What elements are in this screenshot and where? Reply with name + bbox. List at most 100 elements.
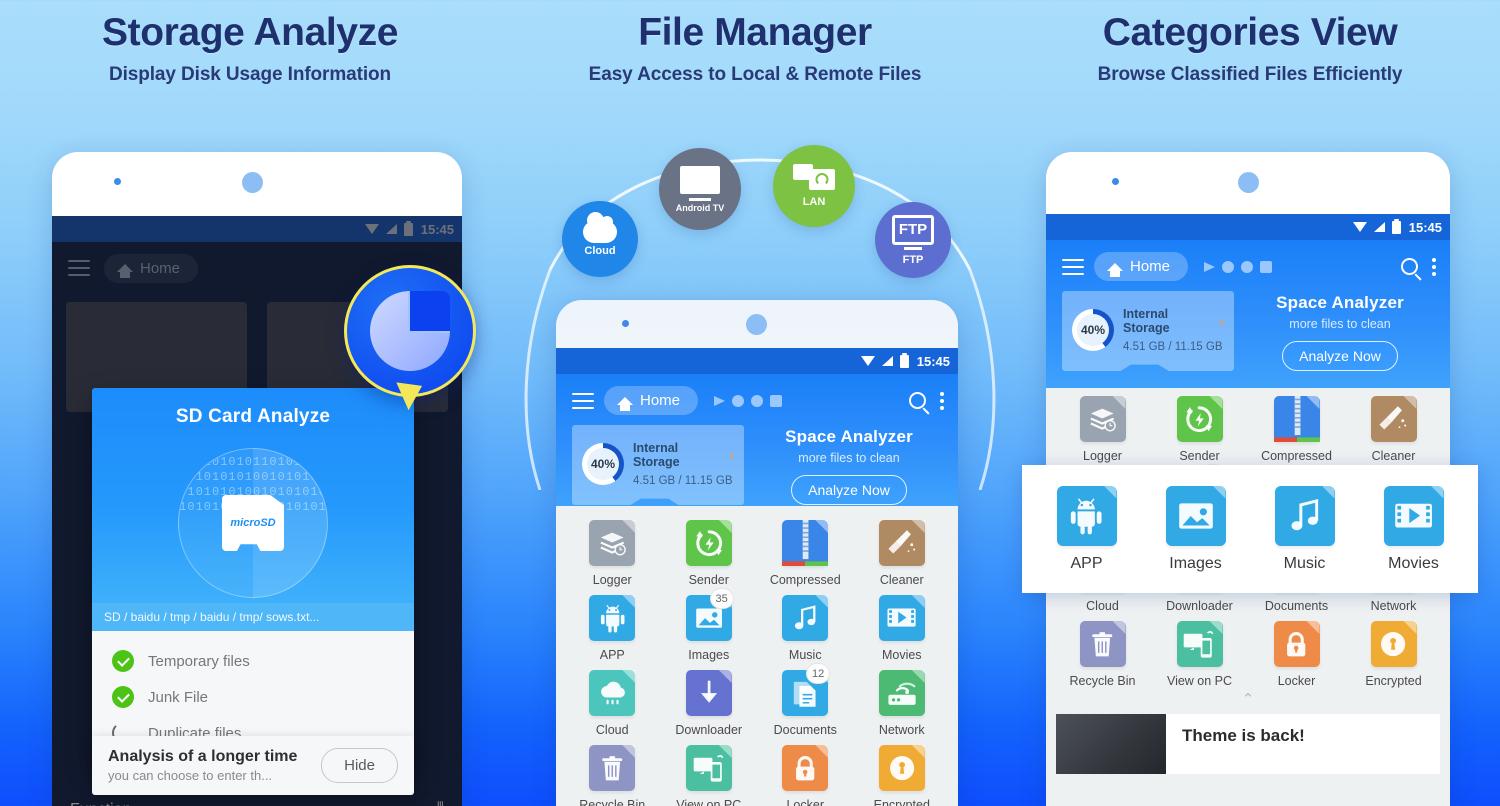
category-item-app[interactable]: APP: [564, 595, 661, 662]
sensor-dot-icon: [114, 178, 121, 185]
category-item-locker[interactable]: Locker: [1248, 621, 1345, 688]
search-icon[interactable]: [909, 392, 926, 409]
function-section-header: Function ⫼: [70, 801, 444, 806]
category-item-compressed[interactable]: Compressed: [1248, 396, 1345, 463]
network-badge-cloud[interactable]: Cloud: [562, 201, 638, 277]
category-item-label: Logger: [592, 573, 632, 587]
analyze-now-button[interactable]: Analyze Now: [791, 475, 907, 505]
internal-storage-card[interactable]: 40% Internal Storage › 4.51 GB / 11.15 G…: [1062, 291, 1234, 371]
image-icon: 35: [685, 588, 734, 641]
menu-icon[interactable]: [1062, 258, 1084, 275]
category-item-view-on-pc[interactable]: View on PC: [1151, 621, 1248, 688]
logger-icon: [1079, 396, 1126, 442]
category-item-cleaner[interactable]: Cleaner: [854, 520, 951, 587]
overflow-menu-icon[interactable]: [940, 391, 944, 410]
movie-icon: [878, 595, 925, 641]
promo-thumbnail: [1056, 714, 1166, 774]
promo-card[interactable]: Theme is back!: [1056, 714, 1440, 774]
category-item-encrypted[interactable]: Encrypted: [854, 745, 951, 806]
breadcrumb-icons: [714, 394, 783, 407]
status-bar: 15:45: [556, 348, 958, 374]
analysis-subtitle: you can choose to enter th...: [108, 768, 273, 783]
category-item-cloud[interactable]: Cloud: [564, 670, 661, 737]
internal-storage-card[interactable]: 40% Internal Storage › 4.51 GB / 11.15 G…: [572, 425, 744, 505]
cloud-icon: [583, 212, 617, 243]
viewonpc-icon: [1176, 621, 1223, 667]
network-badge-ftp[interactable]: FTP FTP: [875, 202, 951, 278]
sender-icon: [685, 520, 732, 566]
storage-ring-chart: 40%: [582, 443, 624, 485]
analyze-now-button[interactable]: Analyze Now: [1282, 341, 1398, 371]
app-bar-actions: [909, 391, 944, 410]
storage-ring-chart: 40%: [1072, 309, 1114, 351]
category-item-locker[interactable]: Locker: [757, 745, 854, 806]
ftp-icon: FTP: [892, 214, 934, 245]
category-item-recycle-bin[interactable]: Recycle Bin: [564, 745, 661, 806]
category-item-cleaner[interactable]: Cleaner: [1345, 396, 1442, 463]
category-item-sender[interactable]: Sender: [661, 520, 758, 587]
category-item-music[interactable]: Music: [757, 595, 854, 662]
category-item-encrypted[interactable]: Encrypted: [1345, 621, 1442, 688]
list-item[interactable]: Junk File: [92, 679, 414, 715]
home-breadcrumb[interactable]: Home: [1094, 252, 1189, 281]
network-badge-label: Android TV: [675, 202, 725, 213]
category-item-music[interactable]: Music: [1250, 485, 1359, 573]
hide-button[interactable]: Hide: [321, 748, 398, 783]
category-item-network[interactable]: Network: [854, 670, 951, 737]
network-badge-label: FTP: [902, 253, 924, 266]
category-item-images[interactable]: Images: [1141, 485, 1250, 573]
list-item[interactable]: Temporary files: [92, 643, 414, 679]
battery-icon: [1391, 218, 1401, 234]
cleaner-icon: [1370, 396, 1417, 442]
lan-icon: [793, 164, 835, 194]
category-item-logger[interactable]: Logger: [564, 520, 661, 587]
music-icon: [1274, 485, 1335, 546]
collapse-chevron-icon[interactable]: ⌃: [1046, 690, 1450, 708]
search-icon[interactable]: [1401, 258, 1418, 275]
home-breadcrumb[interactable]: Home: [604, 386, 699, 415]
category-item-compressed[interactable]: Compressed: [757, 520, 854, 587]
category-item-movies[interactable]: Movies: [854, 595, 951, 662]
window-icon: [770, 394, 783, 407]
microsd-label: microSD: [230, 517, 276, 529]
category-item-sender[interactable]: Sender: [1151, 396, 1248, 463]
download-icon: [685, 670, 732, 716]
overflow-menu-icon[interactable]: [1432, 257, 1436, 276]
category-item-images[interactable]: 35 Images: [661, 588, 758, 662]
storage-name: Internal Storage: [633, 441, 680, 469]
signal-icon: [1373, 222, 1385, 232]
category-item-recycle-bin[interactable]: Recycle Bin: [1054, 621, 1151, 688]
app-bar: Home: [1046, 240, 1450, 281]
header-file-manager: File Manager Easy Access to Local & Remo…: [520, 6, 990, 90]
header-title: File Manager: [638, 11, 872, 54]
lock-icon: [1273, 621, 1320, 667]
category-item-label: Logger: [1083, 449, 1122, 463]
category-item-label: Music: [1283, 554, 1326, 572]
category-item-view-on-pc[interactable]: View on PC: [661, 745, 758, 806]
check-icon: [112, 686, 134, 708]
network-badge-label: Cloud: [584, 245, 616, 257]
menu-icon[interactable]: [572, 392, 594, 409]
category-item-label: Network: [1370, 599, 1417, 613]
category-item-downloader[interactable]: Downloader: [661, 670, 758, 737]
list-item-label: Temporary files: [148, 652, 250, 670]
category-item-documents[interactable]: 12 Documents: [757, 663, 854, 737]
category-item-label: Compressed: [1261, 449, 1332, 463]
send-icon: [714, 395, 726, 406]
category-item-app[interactable]: APP: [1032, 485, 1141, 573]
category-item-label: Recycle Bin: [1069, 674, 1136, 688]
network-badge-lan[interactable]: LAN: [773, 145, 855, 227]
space-analyzer-subtitle: more files to clean: [798, 451, 900, 465]
compressed-icon: [782, 520, 829, 566]
category-item-label: Documents: [773, 723, 837, 737]
send-icon: [1204, 261, 1216, 272]
category-item-movies[interactable]: Movies: [1359, 485, 1468, 573]
history-icon: [751, 394, 764, 407]
header-body: 40% Internal Storage › 4.51 GB / 11.15 G…: [556, 415, 958, 505]
header-title: Categories View: [1102, 11, 1398, 54]
category-item-logger[interactable]: Logger: [1054, 396, 1151, 463]
network-badge-android-tv[interactable]: Android TV: [659, 148, 741, 230]
header-categories-view: Categories View Browse Classified Files …: [1020, 6, 1480, 90]
sort-icon[interactable]: ⫼: [437, 801, 444, 806]
storage-usage: 4.51 GB / 11.15 GB: [633, 475, 733, 487]
